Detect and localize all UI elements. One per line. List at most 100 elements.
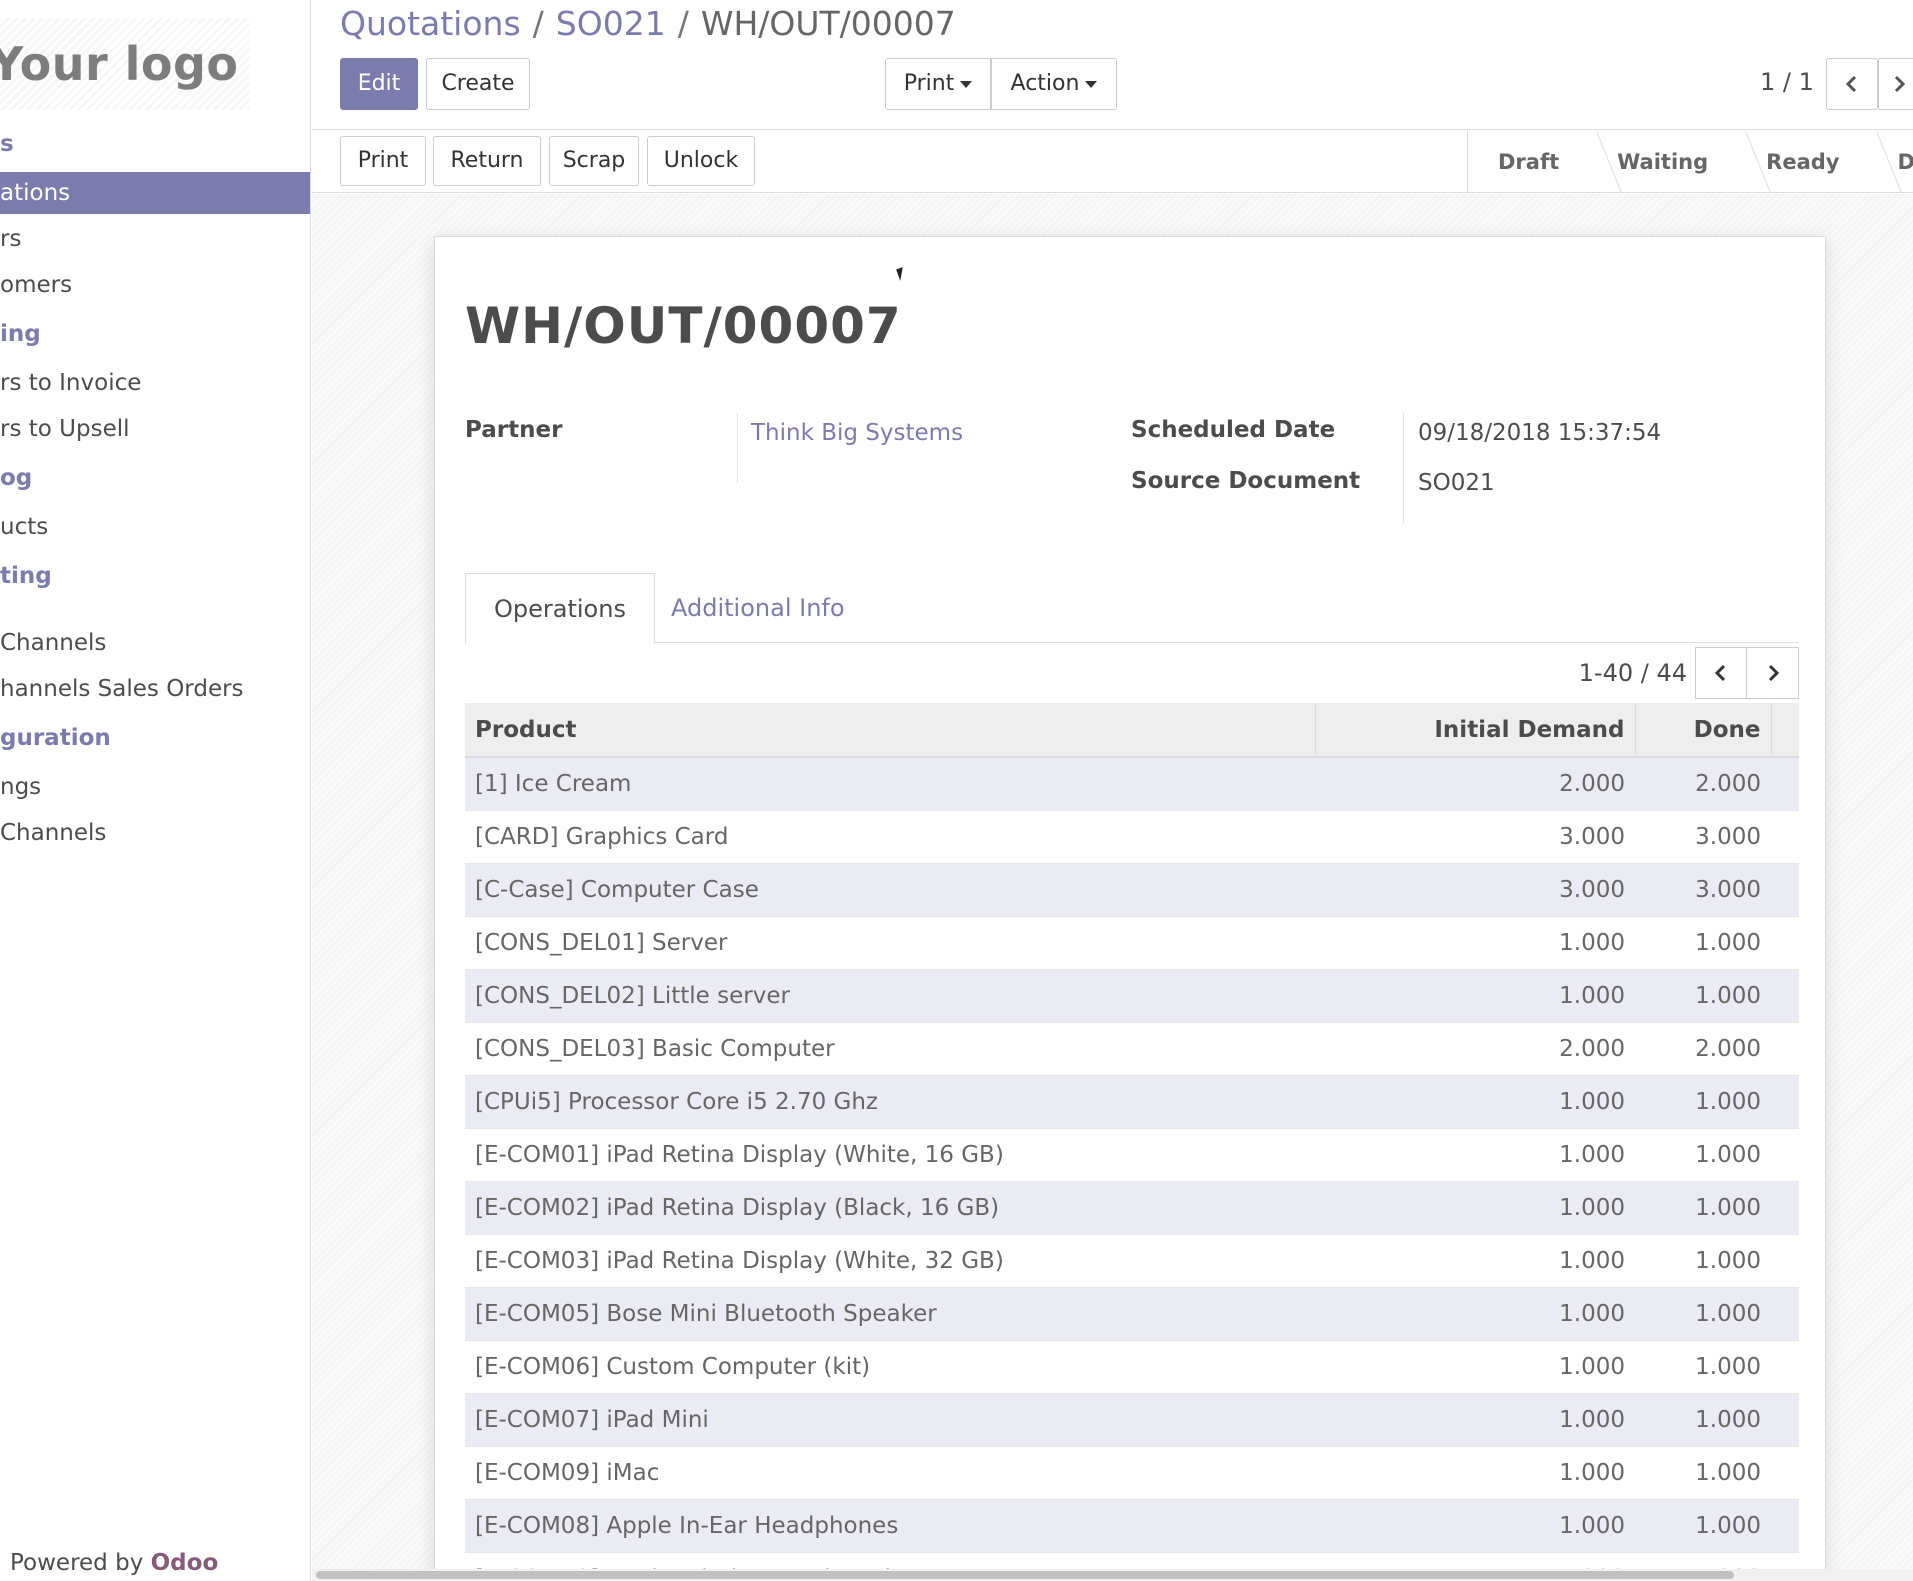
cell-done: 2.000 <box>1635 757 1771 811</box>
sidebar-item[interactable]: omers <box>0 262 310 308</box>
cell-product: [CONS_DEL01] Server <box>465 916 1315 970</box>
tab-additional-info[interactable]: Additional Info <box>643 573 873 644</box>
cell-demand: 1.000 <box>1315 1128 1635 1182</box>
odoo-link[interactable]: Odoo <box>151 1550 219 1576</box>
sidebar-item[interactable]: Channels <box>0 810 310 856</box>
sidebar-item[interactable]: rs to Invoice <box>0 360 310 406</box>
action-dropdown[interactable]: Action <box>991 58 1117 110</box>
list-next-button[interactable] <box>1747 647 1799 699</box>
sidebar-section: ing <box>0 321 41 347</box>
cell-demand: 1.000 <box>1315 1340 1635 1394</box>
next-record-button[interactable] <box>1878 58 1913 110</box>
sidebar-item[interactable]: hannels Sales Orders <box>0 666 310 712</box>
table-row[interactable]: [E-COM08] Apple In-Ear Headphones 1.000 1.… <box>465 1499 1799 1553</box>
table-row[interactable]: [E-COM03] iPad Retina Display (White, 32… <box>465 1234 1799 1288</box>
print-dropdown[interactable]: Print <box>885 58 991 110</box>
edit-button[interactable]: Edit <box>340 58 418 110</box>
column-header-done[interactable]: Done <box>1635 703 1772 758</box>
sidebar-item[interactable]: ucts <box>0 504 310 550</box>
breadcrumb-so021[interactable]: SO021 <box>556 4 666 43</box>
cell-demand: 3.000 <box>1315 863 1635 917</box>
sidebar-item[interactable]: ngs <box>0 764 310 810</box>
cell-demand: 1.000 <box>1315 1181 1635 1235</box>
table-row[interactable]: [E-COM06] Custom Computer (kit) 1.000 1.00… <box>465 1340 1799 1394</box>
column-header-product[interactable]: Product <box>465 703 1316 758</box>
chevron-right-icon <box>1894 75 1905 93</box>
previous-record-button[interactable] <box>1826 58 1878 110</box>
print-button[interactable]: Print <box>340 136 426 186</box>
sidebar-section: guration <box>0 725 111 751</box>
sidebar-item[interactable]: ations <box>0 172 310 214</box>
cell-spacer <box>1771 1234 1799 1288</box>
sidebar-item[interactable]: rs <box>0 216 310 262</box>
table-row[interactable]: [CARD] Graphics Card 3.000 3.000 <box>465 810 1799 864</box>
table-header-row: Product Initial Demand Done <box>465 703 1799 758</box>
cell-demand: 2.000 <box>1315 757 1635 811</box>
breadcrumb-quotations[interactable]: Quotations <box>340 4 521 43</box>
list-previous-button[interactable] <box>1695 647 1747 699</box>
cell-spacer <box>1771 1022 1799 1076</box>
unlock-button[interactable]: Unlock <box>647 136 755 186</box>
stage-ready[interactable]: Ready <box>1736 131 1867 193</box>
control-panel: Quotations / SO021 / WH/OUT/00007 Edit Creat… <box>312 0 1913 130</box>
scheduled-date-value: 09/18/2018 15:37:54 <box>1418 420 1662 446</box>
table-row[interactable]: [CONS_DEL03] Basic Computer 2.000 2.000 <box>465 1022 1799 1076</box>
table-row[interactable]: [1] Ice Cream 2.000 2.000 <box>465 757 1799 811</box>
chevron-right-icon <box>1768 664 1779 682</box>
cell-done: 1.000 <box>1635 1393 1771 1447</box>
partner-link[interactable]: Think Big Systems <box>751 420 963 446</box>
sidebar-menu: s ations rs omers ing rs to Invoice rs to Upse… <box>0 118 310 856</box>
cell-done: 1.000 <box>1635 1340 1771 1394</box>
source-document-value: SO021 <box>1418 470 1495 496</box>
table-row[interactable]: [E-COM07] iPad Mini 1.000 1.000 <box>465 1393 1799 1447</box>
cell-done: 1.000 <box>1635 1181 1771 1235</box>
form-sheet: WH/OUT/00007 Partner Think Big Systems S… <box>434 236 1826 1581</box>
cell-done: 1.000 <box>1635 1446 1771 1500</box>
sidebar-item[interactable]: rs to Upsell <box>0 406 310 452</box>
table-row[interactable]: [E-COM05] Bose Mini Bluetooth Speaker 1.0… <box>465 1287 1799 1341</box>
scrap-button[interactable]: Scrap <box>549 136 639 186</box>
table-row[interactable]: [C-Case] Computer Case 3.000 3.000 <box>465 863 1799 917</box>
field-divider <box>1403 413 1404 523</box>
stage-done[interactable]: Done <box>1867 131 1913 193</box>
cell-done: 1.000 <box>1635 1128 1771 1182</box>
field-divider <box>737 413 738 483</box>
company-logo[interactable]: Your logo <box>0 18 250 110</box>
cell-done: 2.000 <box>1635 1022 1771 1076</box>
return-button[interactable]: Return <box>433 136 541 186</box>
cell-spacer <box>1771 1340 1799 1394</box>
cell-spacer <box>1771 969 1799 1023</box>
cell-product: [E-COM06] Custom Computer (kit) <box>465 1340 1315 1394</box>
sidebar-section: og <box>0 465 33 491</box>
stage-draft[interactable]: Draft <box>1468 131 1587 193</box>
column-header-initial-demand[interactable]: Initial Demand <box>1315 703 1636 758</box>
tab-operations[interactable]: Operations <box>465 573 655 644</box>
cell-product: [E-COM07] iPad Mini <box>465 1393 1315 1447</box>
cell-demand: 1.000 <box>1315 916 1635 970</box>
horizontal-scrollbar[interactable] <box>312 1569 1913 1581</box>
operations-rows: [1] Ice Cream 2.000 2.000 [CARD] Graphics C… <box>465 757 1799 1581</box>
table-row[interactable]: [CPUi5] Processor Core i5 2.70 Ghz 1.000 1… <box>465 1075 1799 1129</box>
cell-product: [E-COM03] iPad Retina Display (White, 32… <box>465 1234 1315 1288</box>
cell-spacer <box>1771 1128 1799 1182</box>
column-header-options <box>1771 703 1799 758</box>
scrollbar-thumb[interactable] <box>316 1571 1734 1579</box>
table-row[interactable]: [CONS_DEL02] Little server 1.000 1.000 <box>465 969 1799 1023</box>
notebook-tabs: Operations Additional Info <box>465 573 1799 644</box>
table-row[interactable]: [CONS_DEL01] Server 1.000 1.000 <box>465 916 1799 970</box>
table-row[interactable]: [E-COM09] iMac 1.000 1.000 <box>465 1446 1799 1500</box>
stage-waiting[interactable]: Waiting <box>1587 131 1736 193</box>
status-bar: Print Return Scrap Unlock Draft Waiting … <box>312 131 1913 193</box>
cell-spacer <box>1771 810 1799 864</box>
create-button[interactable]: Create <box>426 58 530 110</box>
operations-table: Product Initial Demand Done [1] Ice Crea… <box>465 703 1799 1581</box>
table-row[interactable]: [E-COM01] iPad Retina Display (White, 16… <box>465 1128 1799 1182</box>
table-row[interactable]: [E-COM02] iPad Retina Display (Black, 16… <box>465 1181 1799 1235</box>
cell-demand: 1.000 <box>1315 1393 1635 1447</box>
record-pager: 1 / 1 <box>1760 68 1814 96</box>
cell-done: 1.000 <box>1635 1075 1771 1129</box>
cell-product: [CONS_DEL03] Basic Computer <box>465 1022 1315 1076</box>
cell-done: 1.000 <box>1635 1499 1771 1553</box>
sidebar-item[interactable]: Channels <box>0 620 310 666</box>
breadcrumb-separator: / <box>677 4 689 43</box>
